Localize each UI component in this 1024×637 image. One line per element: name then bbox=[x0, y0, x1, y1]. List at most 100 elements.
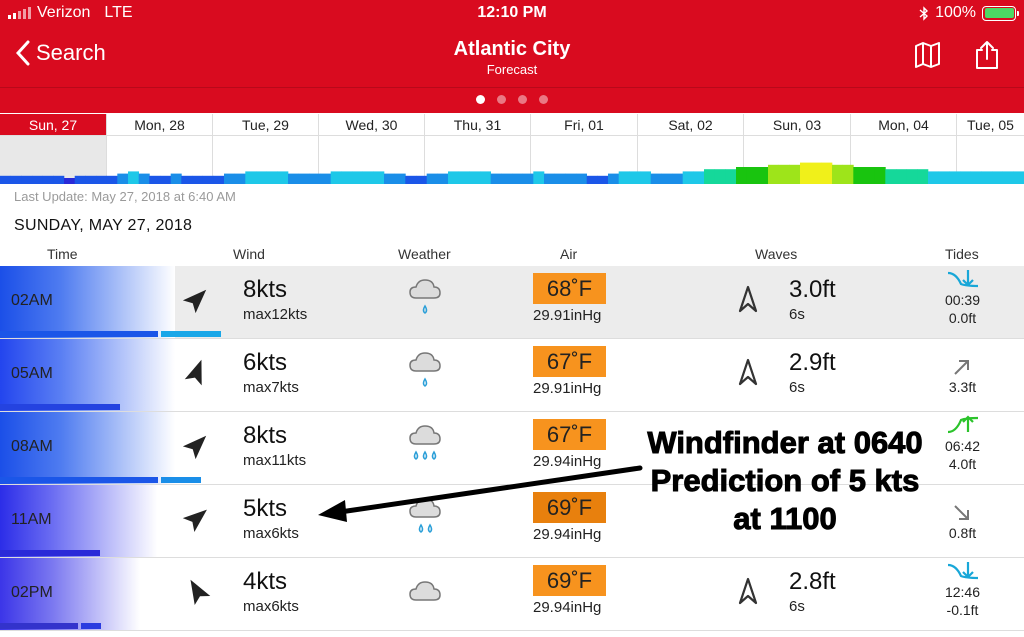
day-tab-label: Sat, 02 bbox=[638, 114, 743, 136]
heavy-rain-icon bbox=[409, 425, 441, 460]
page-title: Atlantic City bbox=[453, 38, 571, 60]
wind-direction-icon bbox=[182, 289, 207, 314]
overview-bar bbox=[800, 162, 811, 184]
col-header-weather: Weather bbox=[398, 246, 451, 262]
light-rain-icon bbox=[409, 279, 441, 314]
overview-bar bbox=[832, 164, 843, 184]
annotation-line: Prediction of 5 kts bbox=[650, 463, 920, 499]
wind-speed: 8kts bbox=[243, 422, 288, 449]
air-temperature: 69˚F bbox=[533, 565, 606, 596]
overview-bar bbox=[373, 171, 385, 184]
overview-bar bbox=[149, 175, 161, 184]
overview-bar bbox=[618, 171, 630, 184]
navigation-bar: Verizon LTE 12:10 PM 100% Search Atlanti… bbox=[0, 0, 1024, 113]
overview-bar bbox=[160, 175, 171, 184]
overview-bar bbox=[74, 175, 86, 184]
overview-bar bbox=[106, 175, 118, 184]
overview-bar bbox=[746, 167, 758, 184]
wind-speed: 5kts bbox=[243, 495, 288, 522]
overview-bar bbox=[757, 167, 769, 184]
wind-gust: max6kts bbox=[243, 598, 299, 615]
overview-bar bbox=[1013, 171, 1024, 184]
overview-bar bbox=[405, 175, 417, 184]
overview-bar bbox=[458, 171, 470, 184]
last-update-text: Last Update: May 27, 2018 at 6:40 AM bbox=[14, 189, 236, 204]
air-pressure: 29.91inHg bbox=[533, 307, 602, 324]
forecast-row[interactable]: 02AM 8kts max12kts 68˚F 29.91inHg 3.0ft … bbox=[0, 266, 1024, 339]
overview-bar bbox=[437, 173, 449, 184]
overview-bar bbox=[821, 162, 833, 184]
air-pressure: 29.91inHg bbox=[533, 380, 602, 397]
overview-bar bbox=[874, 167, 886, 184]
overview-bar bbox=[949, 171, 961, 184]
overview-bar bbox=[266, 171, 278, 184]
air-pressure: 29.94inHg bbox=[533, 599, 602, 616]
wave-period: 6s bbox=[789, 379, 805, 396]
overview-bar bbox=[938, 171, 950, 184]
overview-bar bbox=[181, 175, 193, 184]
battery-percent: 100% bbox=[935, 4, 976, 21]
day-tab-label: Wed, 30 bbox=[319, 114, 424, 136]
bluetooth-icon bbox=[919, 5, 929, 21]
wind-direction-icon bbox=[182, 435, 207, 460]
overview-bar bbox=[96, 175, 107, 184]
day-tab-label: Tue, 29 bbox=[213, 114, 318, 136]
overview-bar bbox=[277, 171, 289, 184]
share-icon[interactable] bbox=[974, 40, 1000, 70]
overview-bar bbox=[32, 175, 43, 184]
overview-bar bbox=[608, 173, 619, 184]
day-tab-label: Thu, 31 bbox=[425, 114, 530, 136]
page-indicator[interactable] bbox=[0, 95, 1024, 104]
overview-bar bbox=[362, 171, 374, 184]
row-time: 02AM bbox=[11, 292, 53, 309]
day-tab-label: Sun, 27 bbox=[0, 114, 106, 136]
overview-bar bbox=[586, 175, 598, 184]
overview-bar bbox=[970, 171, 982, 184]
tide-height: 0.0ft bbox=[948, 310, 977, 326]
overview-bar bbox=[501, 173, 513, 184]
rain-icon bbox=[409, 498, 441, 533]
overview-bar bbox=[672, 173, 683, 184]
wind-gust: max6kts bbox=[243, 525, 299, 542]
map-icon[interactable] bbox=[914, 42, 941, 68]
day-tab-label: Fri, 01 bbox=[531, 114, 637, 136]
overview-bar bbox=[896, 169, 907, 184]
overview-bar bbox=[629, 171, 641, 184]
wind-speed: 6kts bbox=[243, 349, 288, 376]
overview-bar bbox=[202, 175, 214, 184]
overview-bar bbox=[640, 171, 651, 184]
air-temperature: 67˚F bbox=[533, 419, 606, 450]
overview-bar bbox=[693, 171, 705, 184]
forecast-row[interactable]: 05AM 6kts max7kts 67˚F 29.91inHg 2.9ft 6… bbox=[0, 339, 1024, 412]
day-tab-label: Mon, 04 bbox=[851, 114, 956, 136]
overview-bar bbox=[480, 171, 491, 184]
overview-bar bbox=[192, 175, 203, 184]
overview-bar bbox=[522, 173, 534, 184]
wind-bar bbox=[0, 477, 158, 483]
wave-direction-icon bbox=[738, 577, 758, 605]
annotation-line: at 1100 bbox=[733, 501, 837, 537]
tide-low-icon bbox=[947, 270, 979, 288]
overview-bar bbox=[853, 167, 865, 184]
wave-period: 6s bbox=[789, 306, 805, 323]
col-header-air: Air bbox=[560, 246, 578, 262]
wave-height: 3.0ft bbox=[789, 276, 836, 303]
wind-gust: max7kts bbox=[243, 379, 299, 396]
overview-bar bbox=[320, 173, 331, 184]
row-time: 02PM bbox=[11, 584, 53, 601]
forecast-row[interactable]: 02PM 4kts max6kts 69˚F 29.94inHg 2.8ft 6… bbox=[0, 558, 1024, 631]
overview-bar bbox=[42, 175, 54, 184]
overview-bar bbox=[960, 171, 971, 184]
day-tab-label: Sun, 03 bbox=[744, 114, 850, 136]
overview-bar bbox=[704, 169, 715, 184]
overview-bar bbox=[864, 167, 875, 184]
overview-bar bbox=[789, 164, 801, 184]
air-pressure: 29.94inHg bbox=[533, 453, 602, 470]
overview-bar bbox=[885, 169, 897, 184]
overview-bar bbox=[736, 167, 747, 184]
row-time: 05AM bbox=[11, 365, 53, 382]
overview-bar bbox=[576, 173, 587, 184]
overview-bar bbox=[21, 175, 33, 184]
overview-bar bbox=[53, 175, 65, 184]
tide-time: 00:39 bbox=[944, 292, 981, 308]
